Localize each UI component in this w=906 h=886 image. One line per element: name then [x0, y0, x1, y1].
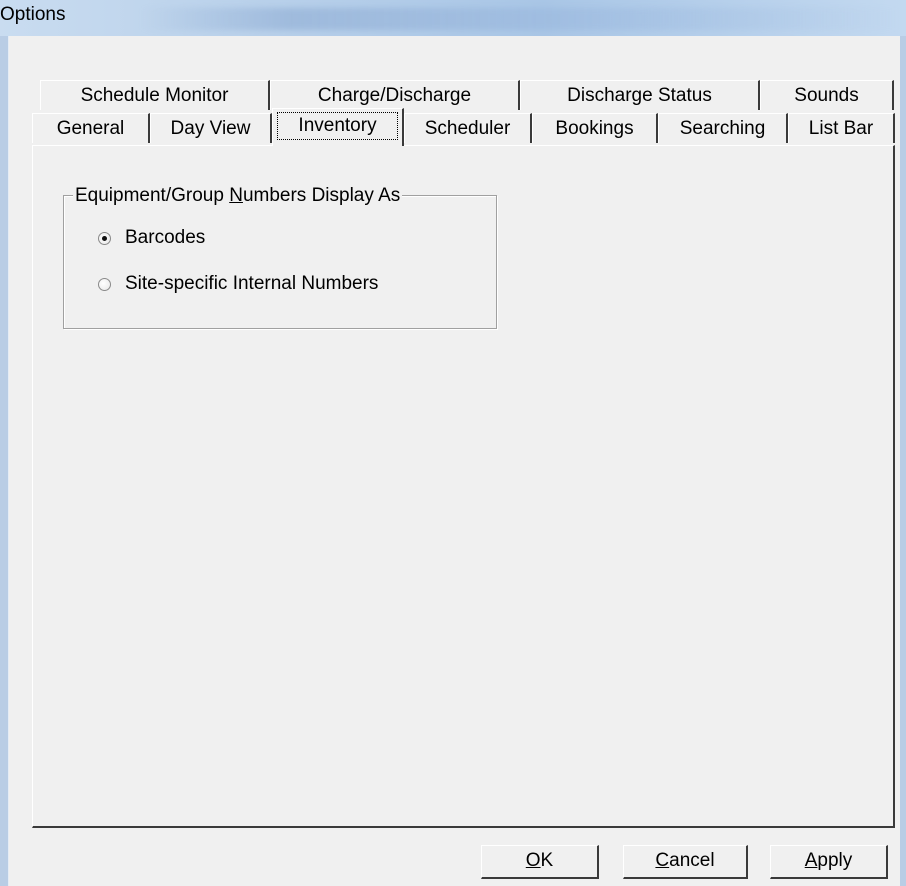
tab-label: List Bar [808, 118, 874, 139]
window-left-frame-highlight [8, 36, 9, 886]
tab-label: Discharge Status [567, 85, 712, 106]
tab-label: Searching [679, 118, 766, 139]
tab-inventory[interactable]: Inventory [272, 108, 404, 146]
button-label: K [540, 850, 554, 871]
tab-label: Scheduler [424, 118, 511, 139]
tab-charge-discharge[interactable]: Charge/Discharge [270, 80, 520, 110]
radio-label: Barcodes [125, 227, 206, 248]
tab-day-view[interactable]: Day View [150, 113, 272, 143]
mnemonic: O [525, 850, 541, 871]
tab-searching[interactable]: Searching [658, 113, 788, 143]
tab-list-bar[interactable]: List Bar [788, 113, 895, 143]
tab-label: General [56, 118, 125, 139]
mnemonic: C [655, 850, 670, 871]
tab-sounds[interactable]: Sounds [760, 80, 894, 110]
mnemonic: A [804, 850, 818, 871]
window-right-frame [900, 36, 906, 886]
button-label: pply [817, 850, 853, 871]
options-dialog: Options Schedule Monitor Charge/Discharg… [0, 0, 906, 886]
tab-general[interactable]: General [32, 113, 150, 143]
tab-label: Charge/Discharge [317, 85, 472, 106]
window-left-frame [0, 36, 8, 886]
radio-site-specific-internal-numbers[interactable]: Site-specific Internal Numbers [98, 272, 378, 296]
legend-mnemonic: N [229, 185, 243, 206]
group-box-legend: Equipment/Group Numbers Display As [73, 185, 403, 207]
button-label: ancel [669, 850, 715, 871]
tab-label: Day View [170, 118, 251, 139]
ok-button[interactable]: OK [481, 845, 599, 879]
cancel-button[interactable]: Cancel [623, 845, 748, 879]
radio-button-unchecked-icon[interactable] [98, 277, 111, 291]
tab-bookings[interactable]: Bookings [532, 113, 658, 143]
tab-discharge-status[interactable]: Discharge Status [520, 80, 760, 110]
window-title: Options [0, 4, 66, 25]
focus-rectangle [277, 112, 398, 140]
legend-prefix: Equipment/Group [75, 185, 230, 206]
tab-schedule-monitor[interactable]: Schedule Monitor [40, 80, 270, 110]
legend-suffix: umbers Display As [242, 185, 401, 206]
title-bar[interactable]: Options [0, 0, 906, 36]
tab-label: Bookings [555, 118, 634, 139]
apply-button[interactable]: Apply [770, 845, 888, 879]
radio-barcodes[interactable]: Barcodes [98, 226, 205, 250]
radio-label: Site-specific Internal Numbers [125, 273, 379, 294]
tab-label: Sounds [794, 85, 859, 106]
radio-button-checked-icon[interactable] [98, 231, 111, 245]
tab-label: Schedule Monitor [80, 85, 229, 106]
display-as-group-box [63, 195, 497, 329]
tab-scheduler[interactable]: Scheduler [404, 113, 532, 143]
title-bar-blurred-caption [140, 8, 900, 30]
